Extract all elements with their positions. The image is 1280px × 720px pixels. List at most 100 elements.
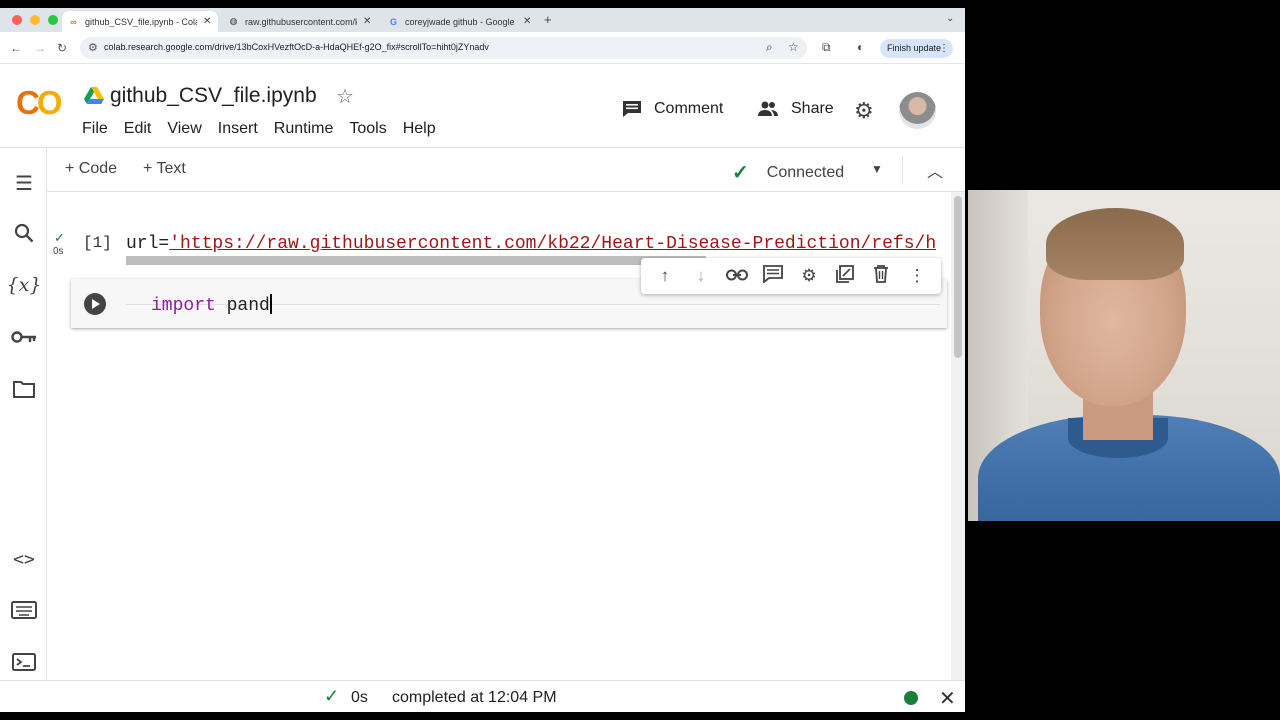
status-message[interactable]: completed at 12:04 PM [392,689,557,707]
code-snippets-icon[interactable]: <> [11,546,37,572]
browser-tab-colab[interactable]: ∞ github_CSV_file.ipynb - Colab ✕ [62,11,218,32]
extensions-puzzle-icon[interactable]: ⧉ [822,40,831,55]
share-button[interactable]: Share [757,100,834,118]
browser-tab-google[interactable]: G coreyjwade github - Google S ✕ [382,11,538,32]
comment-icon[interactable] [761,264,785,288]
comment-icon [623,101,641,117]
horizontal-scrollbar[interactable] [126,256,706,265]
webcam-video [968,190,1280,521]
mirror-cell-icon[interactable] [833,264,857,288]
divider [902,156,903,184]
tab-title: github_CSV_file.ipynb - Colab [85,16,197,27]
tab-search-chevron-icon[interactable]: ⌄ [946,13,954,24]
menu-view[interactable]: View [167,120,201,138]
browser-window: ∞ github_CSV_file.ipynb - Colab ✕ ◍ raw.… [0,8,965,712]
vertical-scrollbar[interactable] [951,192,965,688]
reload-icon[interactable]: ↻ [57,41,67,55]
notebook-toolbar: + Code + Text ✓ Connected ▼ ︿ [47,148,965,192]
avatar[interactable] [899,92,936,129]
star-icon[interactable]: ☆ [336,84,354,109]
finish-update-button[interactable]: Finish update ⋮ [880,39,954,58]
menu-runtime[interactable]: Runtime [274,120,334,138]
address-bar[interactable]: ⚙ colab.research.google.com/drive/13bCox… [80,37,807,59]
runtime-status-button[interactable]: ✓ Connected [732,160,844,185]
tab-strip: ∞ github_CSV_file.ipynb - Colab ✕ ◍ raw.… [0,8,965,32]
url-text[interactable]: colab.research.google.com/drive/13bCoxHV… [104,42,489,52]
colab-icon: ∞ [70,16,77,27]
globe-icon: ◍ [229,16,238,26]
variables-icon[interactable]: {x} [7,272,42,298]
move-down-arrow-icon[interactable]: ↓ [689,266,713,286]
runtime-dropdown-caret-icon[interactable]: ▼ [871,162,883,176]
status-exec-time[interactable]: 0s [351,689,368,707]
google-icon: G [389,16,397,27]
menu-file[interactable]: File [82,120,108,138]
notebook-cells: ✓ 0s [1] url='https://raw.githubusercont… [47,192,951,688]
code-string-url[interactable]: 'https://raw.githubusercontent.com/kb22/… [169,234,936,254]
cell-toolbar: ↑ ↓ ⚙ ⋮ [641,258,941,294]
settings-gear-icon[interactable]: ⚙ [854,98,874,124]
secrets-key-icon[interactable] [11,324,37,350]
menu-insert[interactable]: Insert [218,120,258,138]
cell-success-check-icon: ✓ [54,230,65,245]
webcam-person-hair [1046,208,1184,280]
browser-toolbar: ← → ↻ ⚙ colab.research.google.com/drive/… [0,32,965,64]
delete-trash-icon[interactable] [869,264,893,288]
move-up-arrow-icon[interactable]: ↑ [653,266,677,286]
close-tab-icon[interactable]: ✕ [203,16,211,27]
menu-edit[interactable]: Edit [124,120,152,138]
runtime-status-dot [904,691,918,705]
add-text-cell-button[interactable]: + Text [143,160,186,178]
left-sidebar: ☰ {x} <> [0,148,47,688]
table-of-contents-icon[interactable]: ☰ [11,170,37,196]
more-vert-icon: ⋮ [939,43,950,54]
bookmark-star-icon[interactable]: ☆ [788,40,799,54]
text-cursor [269,294,272,314]
menu-tools[interactable]: Tools [349,120,386,138]
status-check-icon: ✓ [324,686,340,706]
link-icon[interactable] [725,266,749,286]
files-folder-icon[interactable] [11,376,37,402]
colab-header: CO github_CSV_file.ipynb ☆ File Edit Vie… [0,64,965,148]
scrollbar-thumb[interactable] [954,196,962,358]
close-tab-icon[interactable]: ✕ [523,16,531,27]
cell-settings-gear-icon[interactable]: ⚙ [797,266,821,286]
search-icon[interactable] [11,220,37,246]
google-drive-icon[interactable] [84,87,104,105]
run-cell-button[interactable] [84,293,106,315]
code-text: pand [215,296,270,316]
more-vert-icon[interactable]: ⋮ [905,266,929,286]
menu-help[interactable]: Help [403,120,436,138]
execution-count[interactable]: [1] [83,234,112,252]
code-keyword: import [151,296,216,316]
people-icon [758,101,778,116]
zoom-icon[interactable]: ⌕ [766,40,773,55]
colab-logo[interactable]: CO [16,84,62,122]
minimize-window-button[interactable] [30,15,40,25]
comment-button[interactable]: Comment [622,100,723,118]
menu-bar: File Edit View Insert Runtime Tools Help [82,120,436,138]
back-arrow-icon[interactable]: ← [10,41,22,55]
code-variable: url= [126,234,170,254]
notebook-title[interactable]: github_CSV_file.ipynb [110,84,317,108]
check-icon: ✓ [732,162,749,184]
browser-tab-raw[interactable]: ◍ raw.githubusercontent.com/k ✕ [222,11,378,32]
maximize-window-button[interactable] [48,15,58,25]
close-icon[interactable]: ✕ [939,686,956,711]
forward-arrow-icon[interactable]: → [34,41,46,55]
collapse-header-chevron-icon[interactable]: ︿ [927,158,943,182]
window-controls [12,15,58,25]
status-bar: ✓ 0s completed at 12:04 PM ✕ [0,680,965,712]
site-info-icon[interactable]: ⚙ [88,41,98,54]
new-tab-button[interactable]: + [544,12,552,27]
tab-title: raw.githubusercontent.com/k [245,16,357,27]
close-tab-icon[interactable]: ✕ [363,16,371,27]
terminal-icon[interactable] [11,649,37,675]
profile-icon[interactable]: ◐ [857,40,864,54]
code-line[interactable]: import pand [151,294,272,316]
close-window-button[interactable] [12,15,22,25]
cell-exec-time: 0s [53,246,64,257]
tab-title: coreyjwade github - Google S [405,16,517,27]
command-palette-icon[interactable] [11,597,37,623]
add-code-cell-button[interactable]: + Code [65,160,117,178]
